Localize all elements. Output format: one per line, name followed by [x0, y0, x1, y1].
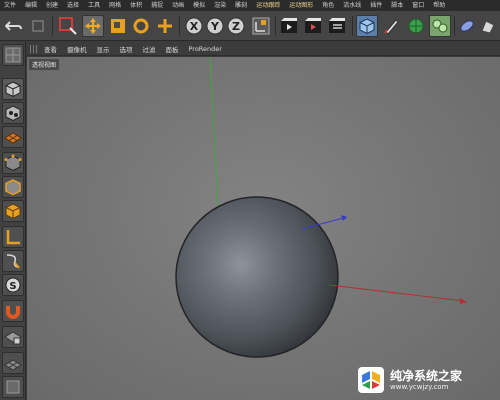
svg-text:Y: Y	[210, 20, 220, 33]
live-selection-icon[interactable]	[56, 15, 80, 37]
menu-item[interactable]: 工具	[88, 0, 100, 11]
render-picture-viewer-icon[interactable]	[303, 15, 325, 37]
viewport-menu-item[interactable]: 显示	[97, 44, 110, 54]
render-settings-icon[interactable]	[327, 15, 349, 37]
menu-item[interactable]: 运动跟踪	[256, 0, 280, 11]
mode-palette: S	[0, 42, 26, 400]
perspective-viewport[interactable]: 透视视图	[27, 57, 500, 400]
menu-item[interactable]: 模拟	[193, 0, 205, 11]
menu-item[interactable]: 流水线	[343, 0, 361, 11]
cube-icon[interactable]	[356, 15, 378, 37]
subdivision-icon[interactable]	[405, 15, 427, 37]
menu-item[interactable]: 动画	[172, 0, 184, 11]
recent-tool-icon[interactable]	[154, 15, 176, 37]
x-axis-arrow	[460, 298, 467, 304]
coordinate-system-icon[interactable]	[250, 15, 272, 37]
toolbar-divider	[275, 16, 276, 36]
viewport-menu-item[interactable]: 面板	[166, 44, 179, 54]
viewport-menu-item[interactable]: 摄像机	[67, 44, 87, 54]
menu-item[interactable]: 创建	[46, 0, 58, 11]
menu-item[interactable]: 窗口	[412, 0, 424, 11]
menu-item[interactable]: 角色	[322, 0, 334, 11]
scene-canvas[interactable]	[27, 57, 500, 400]
magnet-icon[interactable]	[2, 300, 24, 322]
x-axis-line	[328, 284, 465, 302]
viewport-menu: 查看 摄像机 显示 选项 过滤 面板 ProRender	[26, 42, 500, 56]
watermark-url: www.ycwjzy.com	[390, 382, 449, 391]
viewport-menu-item[interactable]: 选项	[120, 44, 133, 54]
watermark-logo-icon	[358, 367, 384, 393]
svg-text:S: S	[9, 281, 16, 292]
viewport-menu-item[interactable]: ProRender	[189, 45, 222, 53]
menu-item[interactable]: 选择	[67, 0, 79, 11]
edges-mode-icon[interactable]	[2, 176, 24, 198]
snap-icon[interactable]: S	[2, 274, 24, 296]
grid-icon[interactable]	[2, 352, 24, 374]
axis-mode-icon[interactable]	[2, 226, 24, 248]
watermark: 纯净系统之家 www.ycwjzy.com	[356, 362, 496, 398]
render-view-icon[interactable]	[279, 15, 301, 37]
main-toolbar: X Y Z	[0, 11, 500, 41]
viewport-menu-item[interactable]: 查看	[44, 44, 57, 54]
panel-grip-icon[interactable]	[30, 44, 38, 53]
toolbar-divider	[352, 16, 353, 36]
menu-item[interactable]: 文件	[4, 0, 16, 11]
viewport-menu-item[interactable]: 过滤	[143, 44, 156, 54]
pen-icon[interactable]	[381, 15, 403, 37]
menu-item[interactable]: 体积	[130, 0, 142, 11]
menu-item[interactable]: 编辑	[25, 0, 37, 11]
y-axis-line	[209, 57, 219, 208]
scene-icon[interactable]	[478, 15, 498, 37]
workplane-icon[interactable]	[2, 126, 24, 148]
tweak-icon[interactable]	[2, 250, 24, 272]
menu-item[interactable]: 脚本	[391, 0, 403, 11]
z-axis-icon[interactable]: Z	[226, 15, 246, 37]
watermark-brand: 纯净系统之家	[390, 368, 463, 383]
scale-icon[interactable]	[107, 15, 129, 37]
redo-icon[interactable]	[27, 15, 49, 37]
array-icon[interactable]	[429, 15, 451, 37]
points-mode-icon[interactable]	[2, 152, 24, 174]
menu-item[interactable]: 雕刻	[235, 0, 247, 11]
menu-item[interactable]: 运动图形	[289, 0, 313, 11]
menu-item[interactable]: 捕捉	[151, 0, 163, 11]
x-axis-icon[interactable]: X	[184, 15, 204, 37]
lock-workplane-icon[interactable]	[2, 326, 24, 348]
toolbar-divider	[179, 16, 180, 36]
menu-item[interactable]: 渲染	[214, 0, 226, 11]
undo-icon[interactable]	[3, 15, 25, 37]
menu-item[interactable]: 网格	[109, 0, 121, 11]
toolbar-divider	[52, 16, 53, 36]
menu-item[interactable]: 插件	[370, 0, 382, 11]
rotate-icon[interactable]	[130, 15, 152, 37]
deformer-icon[interactable]	[457, 15, 477, 37]
menu-bar: 文件 编辑 创建 选择 工具 网格 体积 捕捉 动画 模拟 渲染 雕刻 运动跟踪 运动图形 角色 流水线 插件脚…	[0, 0, 500, 11]
watermark-text-block: 纯净系统之家 www.ycwjzy.com	[390, 368, 463, 391]
svg-text:Z: Z	[232, 20, 240, 33]
sphere-object	[175, 196, 339, 358]
viewport-label: 透视视图	[29, 59, 60, 70]
y-axis-icon[interactable]: Y	[205, 15, 225, 37]
model-mode-icon[interactable]	[2, 78, 24, 100]
texture-mode-icon[interactable]	[2, 102, 24, 124]
make-editable-icon[interactable]	[2, 44, 24, 66]
polygons-mode-icon[interactable]	[2, 200, 24, 222]
move-icon[interactable]	[82, 15, 104, 37]
toolbar-divider	[454, 16, 455, 36]
tool-extra-icon[interactable]	[2, 376, 24, 398]
svg-text:X: X	[190, 20, 199, 33]
menu-item[interactable]: 帮助	[433, 0, 445, 11]
